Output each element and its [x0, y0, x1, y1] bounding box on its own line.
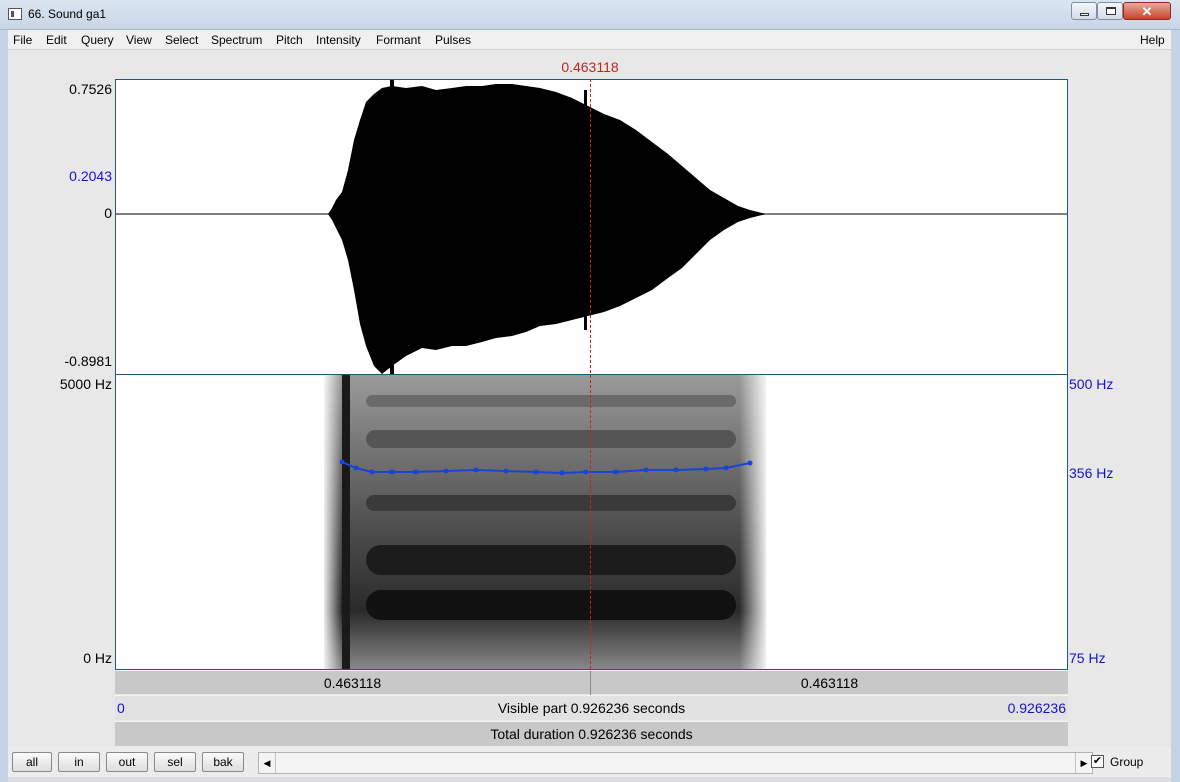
menu-file[interactable]: File — [13, 33, 32, 47]
cursor-line — [590, 79, 591, 669]
out-button[interactable]: out — [106, 752, 148, 772]
spectrogram-bottom-label: 0 Hz — [83, 650, 112, 666]
all-button[interactable]: all — [12, 752, 52, 772]
waveform-panel[interactable] — [115, 79, 1068, 375]
spectrogram-panel[interactable] — [115, 375, 1068, 670]
window-icon[interactable] — [8, 8, 22, 20]
group-label: Group — [1110, 755, 1144, 769]
total-duration-label: Total duration 0.926236 seconds — [490, 726, 693, 742]
visible-part-label: Visible part 0.926236 seconds — [497, 700, 686, 716]
spectrogram-edge-fade — [324, 375, 766, 669]
menu-bar: File Edit Query View Select Spectrum Pit… — [8, 30, 1171, 50]
left-segment-label: 0.463118 — [323, 675, 382, 691]
pitch-bottom-label: 75 Hz — [1069, 650, 1106, 666]
minimize-button[interactable] — [1071, 2, 1097, 20]
pitch-top-label: 500 Hz — [1069, 376, 1114, 392]
waveform-peak — [390, 80, 394, 374]
waveform-peak — [584, 90, 587, 330]
menu-select[interactable]: Select — [165, 33, 198, 47]
pitch-value-label: 356 Hz — [1069, 465, 1114, 481]
menu-query[interactable]: Query — [81, 33, 114, 47]
total-duration-bar[interactable]: Total duration 0.926236 seconds — [115, 721, 1068, 746]
menu-spectrum[interactable]: Spectrum — [211, 33, 262, 47]
menu-help[interactable]: Help — [1140, 33, 1165, 47]
waveform-max-label: 0.7526 — [69, 81, 112, 97]
bak-button[interactable]: bak — [202, 752, 244, 772]
maximize-icon — [1106, 7, 1116, 15]
cursor-segment-bar[interactable]: 0.463118 0.463118 — [115, 670, 1068, 695]
menu-formant[interactable]: Formant — [376, 33, 421, 47]
menu-intensity[interactable]: Intensity — [316, 33, 361, 47]
spectrogram-top-label: 5000 Hz — [59, 376, 112, 392]
visible-end-label: 0.926236 — [1007, 700, 1066, 716]
window-left-edge — [0, 30, 8, 782]
waveform-zero-label: 0 — [104, 205, 112, 221]
title-bar: 66. Sound ga1 ✕ — [0, 0, 1180, 30]
cursor-time-label: 0.463118 — [561, 59, 619, 75]
horizontal-scrollbar[interactable]: ◀ ▶ — [258, 752, 1093, 774]
right-segment-label: 0.463118 — [800, 675, 859, 691]
waveform-mid-label: 0.2043 — [69, 168, 112, 184]
bottom-controls: all in out sel bak ◀ ▶ ✔ Group — [8, 747, 1171, 777]
window-title: 66. Sound ga1 — [28, 7, 107, 21]
close-icon: ✕ — [1141, 4, 1153, 19]
visible-part-bar[interactable]: 0 Visible part 0.926236 seconds 0.926236 — [115, 695, 1068, 720]
close-button[interactable]: ✕ — [1123, 2, 1171, 20]
waveform-min-label: -0.8981 — [64, 353, 112, 369]
window-right-edge — [1171, 30, 1180, 782]
menu-pulses[interactable]: Pulses — [435, 33, 471, 47]
scroll-left-icon[interactable]: ◀ — [259, 753, 276, 773]
spectrogram-svg — [324, 375, 766, 669]
in-button[interactable]: in — [58, 752, 100, 772]
minimize-icon — [1080, 13, 1089, 16]
scroll-right-icon[interactable]: ▶ — [1075, 753, 1092, 773]
sel-button[interactable]: sel — [154, 752, 196, 772]
menu-pitch[interactable]: Pitch — [276, 33, 303, 47]
menu-view[interactable]: View — [126, 33, 152, 47]
group-checkbox[interactable]: ✔ — [1091, 755, 1104, 768]
menu-edit[interactable]: Edit — [46, 33, 67, 47]
waveform-svg — [116, 80, 1067, 374]
maximize-button[interactable] — [1097, 2, 1123, 20]
